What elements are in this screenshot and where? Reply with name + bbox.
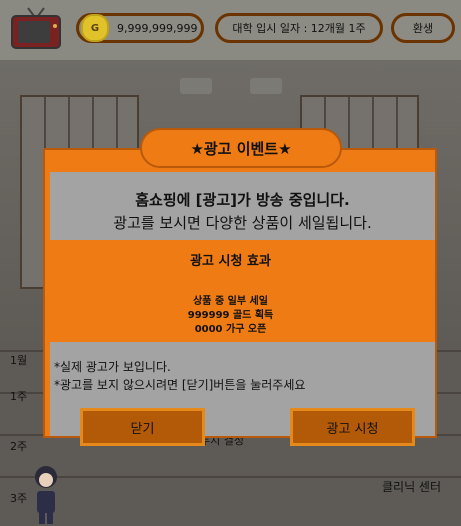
month-label: 1월 bbox=[10, 354, 28, 367]
ceiling-lamp bbox=[180, 78, 212, 94]
tv-icon[interactable] bbox=[10, 6, 62, 52]
gold-amount: 9,999,999,999 bbox=[117, 21, 198, 35]
effect-item: 0000 가구 오픈 bbox=[194, 324, 267, 335]
gold-display: G 9,999,999,999 bbox=[76, 13, 204, 43]
close-button[interactable]: 닫기 bbox=[80, 408, 205, 446]
effect-item: 999999 골드 획득 bbox=[187, 310, 274, 321]
gold-coin-icon: G bbox=[81, 14, 109, 42]
exam-date-display: 대학 입시 일자 : 12개월 1주 bbox=[215, 13, 383, 43]
effect-list: 상품 중 일부 세일 999999 골드 획득 0000 가구 오픈 bbox=[0, 295, 461, 337]
effect-title: 광고 시청 효과 bbox=[190, 254, 271, 269]
notice-line: *광고를 보지 않으시려면 [닫기]버튼을 눌러주세요 bbox=[54, 378, 306, 392]
rebirth-button[interactable]: 환생 bbox=[391, 13, 455, 43]
dialog-title: ★광고 이벤트★ bbox=[140, 128, 342, 168]
message-line-1: 홈쇼핑에 [광고]가 방송 중입니다. bbox=[135, 191, 350, 209]
effect-item: 상품 중 일부 세일 bbox=[193, 296, 268, 307]
week-label: 1주 bbox=[10, 390, 28, 403]
message-line-2: 광고를 보시면 다양한 상품이 세일됩니다. bbox=[113, 214, 372, 232]
top-bar: G 9,999,999,999 대학 입시 일자 : 12개월 1주 환생 bbox=[0, 0, 461, 60]
notice-line: *실제 광고가 보입니다. bbox=[54, 360, 171, 374]
week-label: 3주 bbox=[10, 492, 28, 505]
week-label: 2주 bbox=[10, 440, 28, 453]
watch-ad-button[interactable]: 광고 시청 bbox=[290, 408, 415, 446]
clinic-center-label: 클리닉 센터 bbox=[381, 480, 441, 494]
message-box: 홈쇼핑에 [광고]가 방송 중입니다. 광고를 보시면 다양한 상품이 세일됩니… bbox=[50, 172, 435, 240]
student-character bbox=[35, 466, 57, 524]
ceiling-lamp bbox=[250, 78, 282, 94]
